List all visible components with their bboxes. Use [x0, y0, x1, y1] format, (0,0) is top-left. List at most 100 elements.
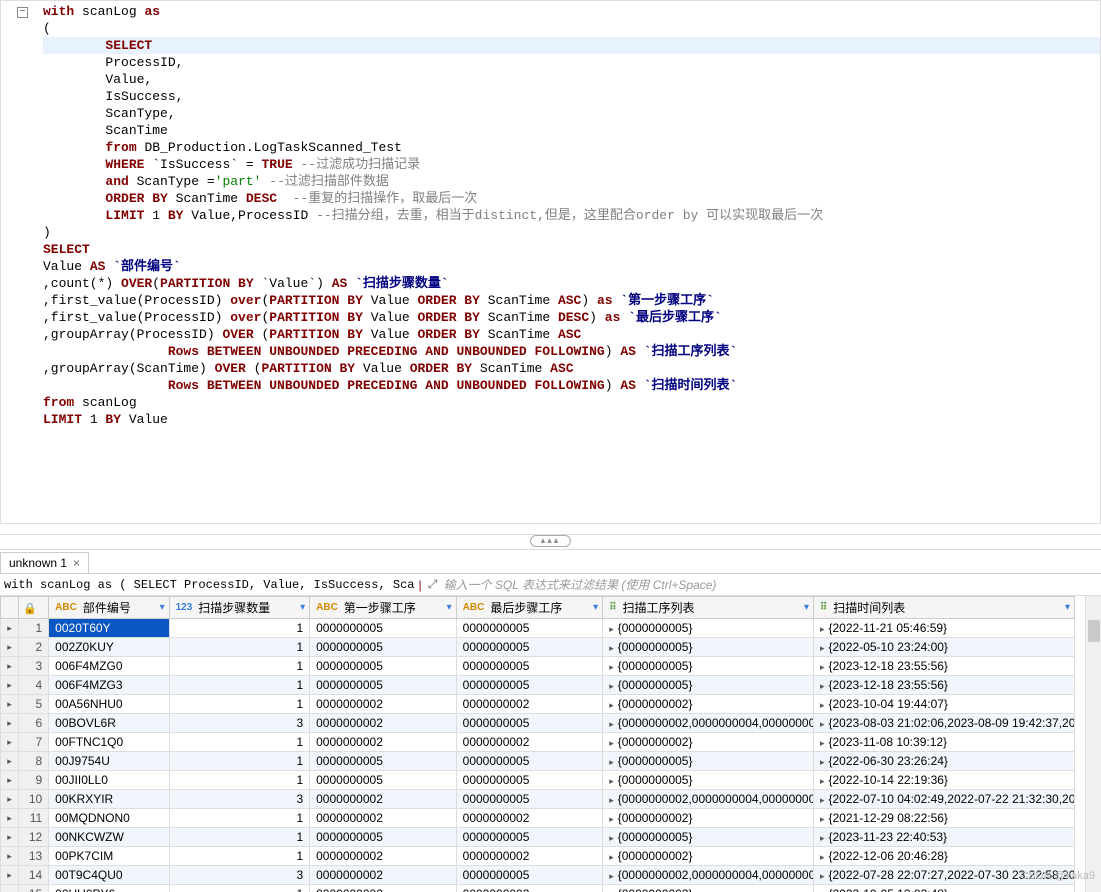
cell[interactable]: 0000000005: [456, 714, 603, 733]
row-handle[interactable]: ▸: [1, 866, 19, 885]
row-handle[interactable]: ▸: [1, 809, 19, 828]
cell[interactable]: 0000000005: [310, 771, 457, 790]
cell[interactable]: 00UU0PY6: [49, 885, 169, 892]
row-handle[interactable]: ▸: [1, 676, 19, 695]
expand-array-icon[interactable]: ▸: [820, 662, 825, 672]
row-number[interactable]: 10: [19, 790, 49, 809]
expand-array-icon[interactable]: ▸: [820, 776, 825, 786]
rownum-header[interactable]: 🔒: [19, 597, 49, 619]
expand-array-icon[interactable]: ▸: [609, 624, 614, 634]
cell[interactable]: 002Z0KUY: [49, 638, 169, 657]
cell[interactable]: ▸{2023-08-03 21:02:06,2023-08-09 19:42:3…: [813, 714, 1074, 733]
expand-icon[interactable]: ⤢: [426, 578, 440, 592]
cell[interactable]: 1: [169, 809, 310, 828]
cell[interactable]: 0000000005: [310, 638, 457, 657]
cell[interactable]: 0000000005: [456, 619, 603, 638]
expand-array-icon[interactable]: ▸: [820, 871, 825, 881]
expand-array-icon[interactable]: ▸: [820, 700, 825, 710]
row-handle[interactable]: ▸: [1, 714, 19, 733]
cell[interactable]: 0020T60Y: [49, 619, 169, 638]
expand-array-icon[interactable]: ▸: [609, 776, 614, 786]
table-row[interactable]: ▸700FTNC1Q0100000000020000000002▸{000000…: [1, 733, 1075, 752]
expand-array-icon[interactable]: ▸: [609, 681, 614, 691]
cell[interactable]: 0000000002: [456, 885, 603, 892]
table-row[interactable]: ▸800J9754U100000000050000000005▸{0000000…: [1, 752, 1075, 771]
cell[interactable]: ▸{2023-11-23 22:40:53}: [813, 828, 1074, 847]
cell[interactable]: ▸{0000000005}: [603, 676, 814, 695]
cell[interactable]: 00PK7CIM: [49, 847, 169, 866]
column-header-3[interactable]: ABC最后步骤工序▾: [456, 597, 603, 619]
row-number[interactable]: 12: [19, 828, 49, 847]
dropdown-icon[interactable]: ▾: [447, 602, 452, 613]
cell[interactable]: ▸{0000000005}: [603, 828, 814, 847]
column-header-0[interactable]: ABC部件编号▾: [49, 597, 169, 619]
table-row[interactable]: ▸10020T60Y100000000050000000005▸{0000000…: [1, 619, 1075, 638]
row-number[interactable]: 15: [19, 885, 49, 892]
cell[interactable]: 0000000002: [310, 695, 457, 714]
cell[interactable]: ▸{2023-11-08 10:39:12}: [813, 733, 1074, 752]
cell[interactable]: ▸{0000000002,0000000004,0000000005}: [603, 714, 814, 733]
cell[interactable]: 0000000005: [310, 676, 457, 695]
scrollbar-thumb[interactable]: [1088, 620, 1100, 642]
expand-array-icon[interactable]: ▸: [820, 814, 825, 824]
cell[interactable]: ▸{2022-06-30 23:26:24}: [813, 752, 1074, 771]
expand-array-icon[interactable]: ▸: [820, 738, 825, 748]
tab-unknown1[interactable]: unknown 1 ×: [0, 552, 89, 573]
cell[interactable]: 1: [169, 695, 310, 714]
cell[interactable]: ▸{0000000005}: [603, 619, 814, 638]
cell[interactable]: 1: [169, 828, 310, 847]
cell[interactable]: ▸{2023-10-05 12:03:48}: [813, 885, 1074, 892]
pane-resize-handle[interactable]: ▴▴▴: [0, 534, 1101, 550]
fold-gutter[interactable]: −: [3, 3, 33, 18]
row-number[interactable]: 3: [19, 657, 49, 676]
cell[interactable]: 0000000002: [310, 866, 457, 885]
expand-array-icon[interactable]: ▸: [820, 643, 825, 653]
cell[interactable]: 00J9754U: [49, 752, 169, 771]
dropdown-icon[interactable]: ▾: [300, 602, 305, 613]
cell[interactable]: 0000000005: [456, 676, 603, 695]
cell[interactable]: 1: [169, 885, 310, 892]
cell[interactable]: ▸{2023-10-04 19:44:07}: [813, 695, 1074, 714]
cell[interactable]: 1: [169, 638, 310, 657]
cell[interactable]: 1: [169, 676, 310, 695]
row-number[interactable]: 5: [19, 695, 49, 714]
row-number[interactable]: 13: [19, 847, 49, 866]
cell[interactable]: 0000000005: [310, 828, 457, 847]
cell[interactable]: 3: [169, 790, 310, 809]
cell[interactable]: ▸{2022-12-06 20:46:28}: [813, 847, 1074, 866]
cell[interactable]: 00FTNC1Q0: [49, 733, 169, 752]
cell[interactable]: 0000000005: [456, 828, 603, 847]
row-handle[interactable]: ▸: [1, 619, 19, 638]
cell[interactable]: ▸{2022-05-10 23:24:00}: [813, 638, 1074, 657]
cell[interactable]: 0000000002: [310, 714, 457, 733]
cell[interactable]: 0000000002: [310, 847, 457, 866]
cell[interactable]: 1: [169, 752, 310, 771]
cell[interactable]: 00KRXYIR: [49, 790, 169, 809]
cell[interactable]: ▸{0000000002}: [603, 733, 814, 752]
expand-array-icon[interactable]: ▸: [820, 795, 825, 805]
expand-array-icon[interactable]: ▸: [609, 833, 614, 843]
expand-array-icon[interactable]: ▸: [609, 814, 614, 824]
cell[interactable]: 0000000005: [310, 657, 457, 676]
table-row[interactable]: ▸1400T9C4QU0300000000020000000005▸{00000…: [1, 866, 1075, 885]
row-handle[interactable]: ▸: [1, 790, 19, 809]
cell[interactable]: 0000000002: [310, 809, 457, 828]
cell[interactable]: 0000000002: [310, 733, 457, 752]
vertical-scrollbar[interactable]: [1085, 596, 1101, 892]
cell[interactable]: 1: [169, 619, 310, 638]
row-handle[interactable]: ▸: [1, 638, 19, 657]
table-row[interactable]: ▸600BOVL6R300000000020000000005▸{0000000…: [1, 714, 1075, 733]
cell[interactable]: 3: [169, 714, 310, 733]
cell[interactable]: 0000000005: [456, 866, 603, 885]
cell[interactable]: ▸{2023-12-18 23:55:56}: [813, 676, 1074, 695]
cell[interactable]: 00MQDNON0: [49, 809, 169, 828]
column-header-1[interactable]: 123扫描步骤数量▾: [169, 597, 310, 619]
cell[interactable]: 00A56NHU0: [49, 695, 169, 714]
expand-array-icon[interactable]: ▸: [609, 738, 614, 748]
row-handle[interactable]: ▸: [1, 847, 19, 866]
cell[interactable]: ▸{2022-07-10 04:02:49,2022-07-22 21:32:3…: [813, 790, 1074, 809]
table-row[interactable]: ▸2002Z0KUY100000000050000000005▸{0000000…: [1, 638, 1075, 657]
expand-array-icon[interactable]: ▸: [820, 757, 825, 767]
table-row[interactable]: ▸500A56NHU0100000000020000000002▸{000000…: [1, 695, 1075, 714]
cell[interactable]: 006F4MZG3: [49, 676, 169, 695]
